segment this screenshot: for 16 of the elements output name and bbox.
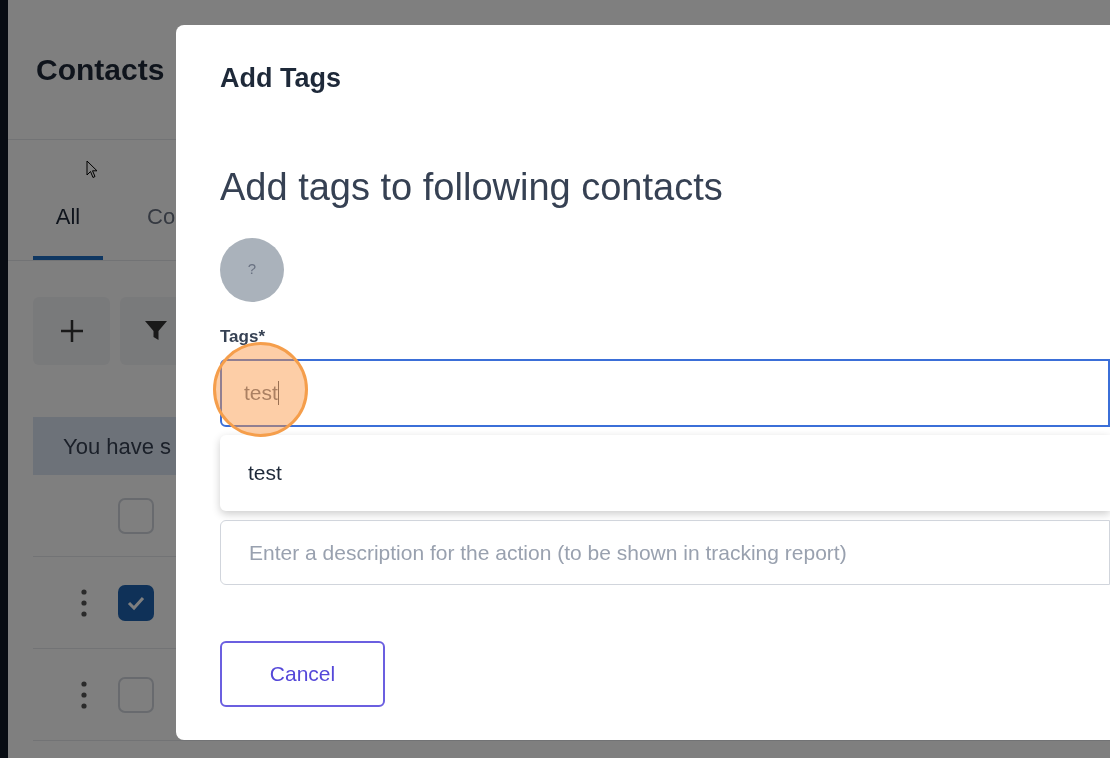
dialog-title: Add Tags <box>220 62 341 95</box>
plus-icon <box>59 319 84 343</box>
mouse-pointer-icon <box>86 160 98 179</box>
field-label: Tags* <box>220 325 266 348</box>
banner-text: You have s <box>63 432 172 461</box>
cancel-button[interactable]: Cancel <box>220 641 385 707</box>
suggestion-item[interactable]: test <box>220 457 1110 489</box>
more-options-icon[interactable] <box>81 680 87 709</box>
filter-icon <box>144 319 168 343</box>
checkbox[interactable] <box>118 584 154 621</box>
more-options-icon[interactable] <box>81 588 87 617</box>
tab[interactable]: All <box>33 190 103 260</box>
avatar: ? <box>220 237 284 302</box>
page-title: Contacts <box>36 52 165 88</box>
dialog-heading: Add tags to following contacts <box>220 164 723 210</box>
description-input-field[interactable]: Enter a description for the action (to be shown in tracking report) <box>220 520 1110 585</box>
